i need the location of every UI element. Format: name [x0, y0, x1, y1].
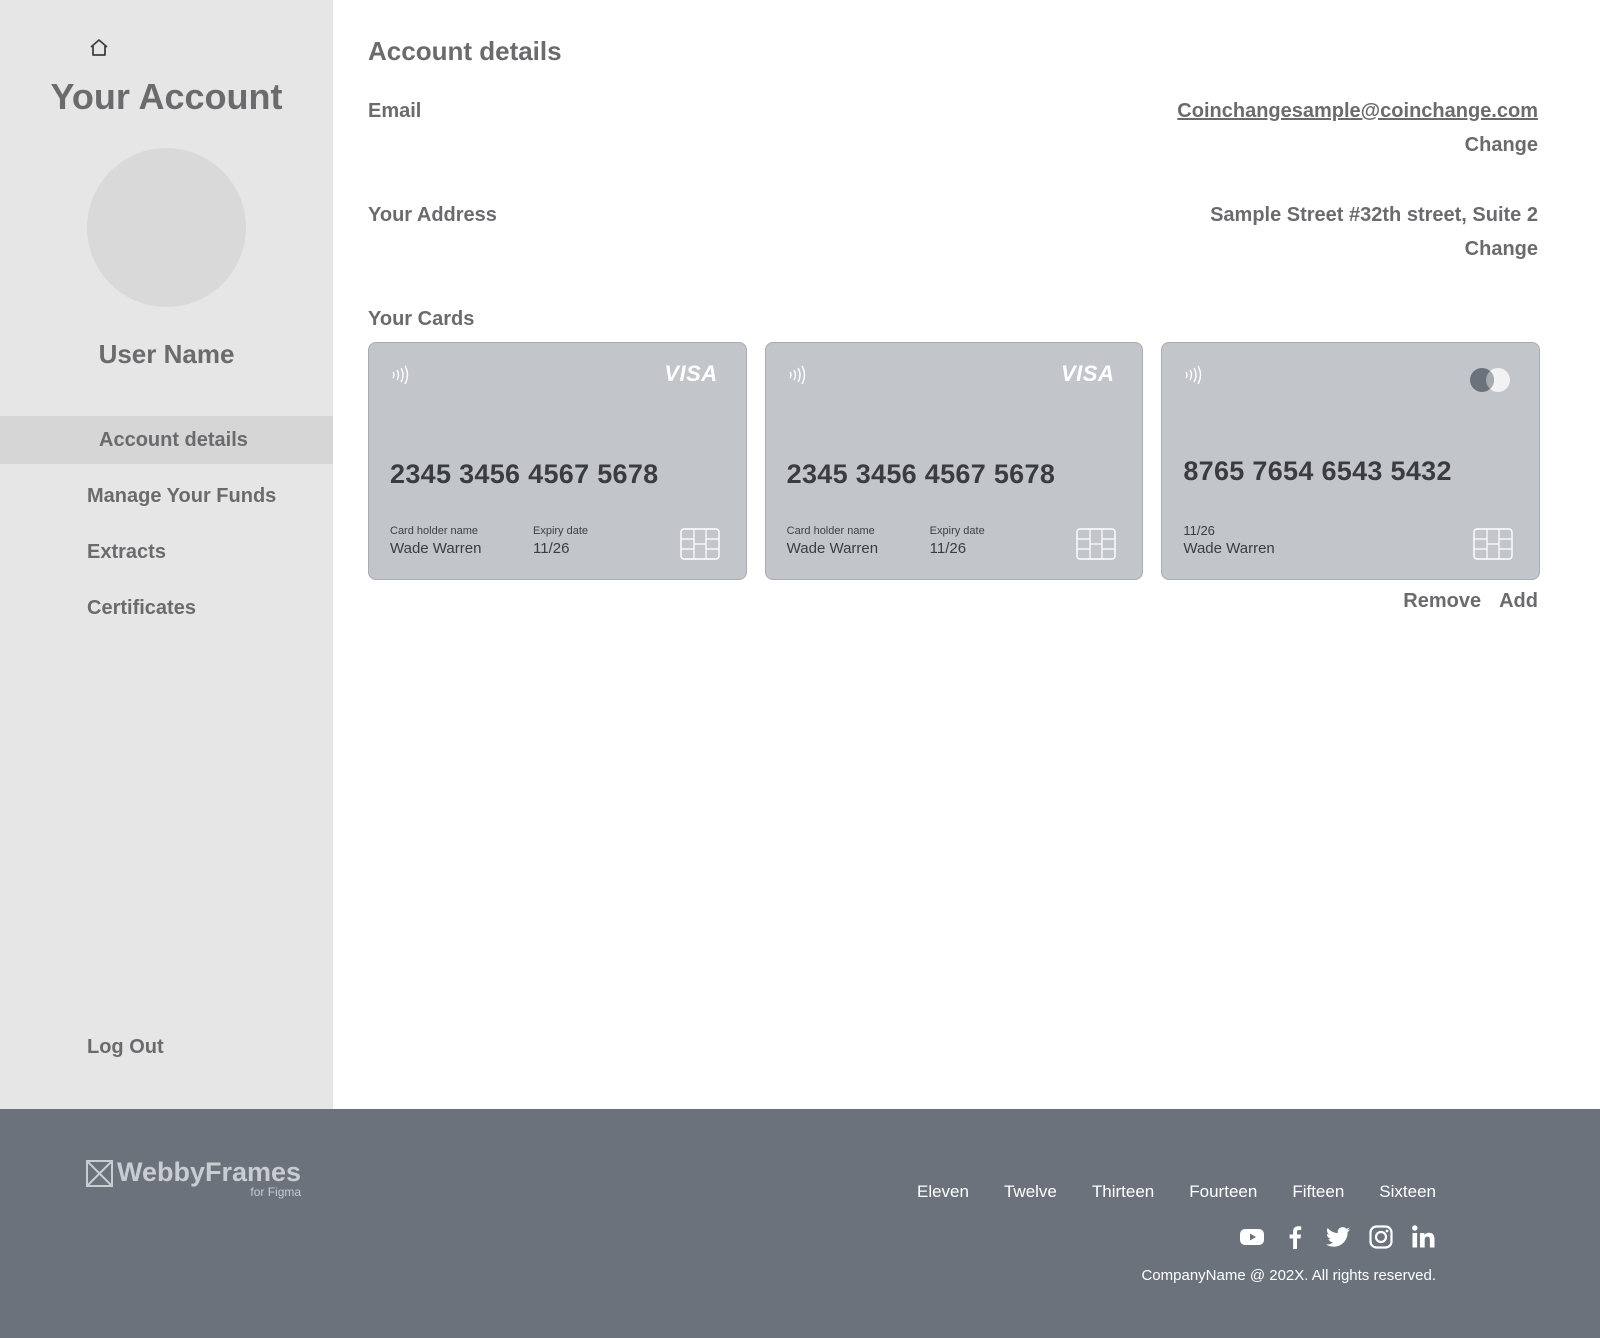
home-icon[interactable] — [87, 36, 111, 60]
card-actions: Remove Add — [1403, 590, 1538, 613]
instagram-icon[interactable] — [1368, 1224, 1393, 1249]
brand-logo[interactable]: WebbyFrames for Figma — [86, 1157, 301, 1199]
card-holder-label: Card holder name — [390, 525, 479, 537]
footer-link-twelve[interactable]: Twelve — [1004, 1182, 1057, 1202]
facebook-icon[interactable] — [1282, 1224, 1307, 1249]
sidebar-title: Your Account — [50, 76, 283, 117]
mastercard-logo-icon — [1470, 368, 1511, 392]
social-links — [1239, 1224, 1436, 1249]
contactless-icon — [789, 365, 805, 385]
expiry-date: 11/26 — [533, 540, 570, 557]
change-address-button[interactable]: Change — [1465, 238, 1538, 261]
logo-icon — [86, 1160, 113, 1187]
brand-name: WebbyFrames — [117, 1157, 302, 1187]
sidebar-item-label: Extracts — [87, 540, 166, 563]
add-card-button[interactable]: Add — [1499, 590, 1538, 613]
sidebar-item-label: Manage Your Funds — [87, 484, 277, 507]
footer-links: Eleven Twelve Thirteen Fourteen Fifteen … — [917, 1182, 1436, 1202]
card-holder-label: Card holder name — [786, 525, 875, 537]
card-holder-name: Wade Warren — [786, 540, 879, 557]
card-number: 8765 7654 6543 5432 — [1183, 456, 1452, 486]
cards-label: Your Cards — [368, 308, 475, 330]
change-email-button[interactable]: Change — [1465, 134, 1538, 157]
email-label: Email — [368, 100, 422, 122]
email-value[interactable]: Coinchangesample@coinchange.com — [1177, 100, 1538, 123]
sidebar-item-extracts[interactable]: Extracts — [0, 528, 333, 576]
linkedin-icon[interactable] — [1411, 1224, 1436, 1249]
card-holder-name: Wade Warren — [390, 540, 482, 557]
footer-link-thirteen[interactable]: Thirteen — [1092, 1182, 1154, 1202]
main-content: Account details Email Coinchangesample@c… — [333, 0, 1600, 1109]
address-label: Your Address — [368, 204, 497, 226]
sidebar-item-account-details[interactable]: Account details — [0, 416, 333, 464]
card-number: 2345 3456 4567 5678 — [786, 459, 1056, 489]
avatar — [87, 148, 246, 307]
page-title: Account details — [368, 36, 562, 66]
sidebar-item-manage-funds[interactable]: Manage Your Funds — [0, 472, 333, 520]
sidebar: Your Account User Name Account details M… — [0, 0, 333, 1109]
card-item[interactable]: 8765 7654 6543 5432 11/26 Wade Warren — [1161, 342, 1541, 580]
chip-icon — [679, 528, 720, 560]
visa-logo: VISA — [664, 361, 718, 386]
card-item[interactable]: VISA 2345 3456 4567 5678 Card holder nam… — [368, 342, 747, 580]
sidebar-item-certificates[interactable]: Certificates — [0, 584, 333, 632]
sidebar-item-label: Certificates — [87, 596, 196, 619]
contactless-icon — [392, 365, 409, 385]
footer: WebbyFrames for Figma Eleven Twelve Thir… — [0, 1109, 1600, 1338]
youtube-icon[interactable] — [1239, 1224, 1264, 1249]
expiry-date: 11/26 — [1183, 523, 1215, 538]
copyright: CompanyName @ 202X. All rights reserved. — [1141, 1267, 1436, 1284]
chip-icon — [1076, 528, 1117, 560]
card-number: 2345 3456 4567 5678 — [390, 459, 659, 489]
address-value: Sample Street #32th street, Suite 2 — [1210, 204, 1538, 226]
footer-link-fifteen[interactable]: Fifteen — [1292, 1182, 1344, 1202]
expiry-label: Expiry date — [929, 525, 985, 537]
twitter-icon[interactable] — [1325, 1224, 1350, 1249]
card-holder-name: Wade Warren — [1183, 540, 1275, 557]
contactless-icon — [1185, 365, 1202, 385]
brand-subtitle: for Figma — [250, 1185, 302, 1199]
card-item[interactable]: VISA 2345 3456 4567 5678 Card holder nam… — [764, 342, 1144, 580]
remove-card-button[interactable]: Remove — [1403, 590, 1481, 613]
user-name: User Name — [98, 339, 235, 369]
logout-link[interactable]: Log Out — [87, 1036, 164, 1059]
cards-list: VISA 2345 3456 4567 5678 Card holder nam… — [368, 342, 1541, 580]
visa-logo: VISA — [1060, 361, 1115, 386]
chip-icon — [1473, 528, 1513, 560]
sidebar-item-label: Account details — [99, 428, 248, 451]
footer-link-sixteen[interactable]: Sixteen — [1379, 1182, 1436, 1202]
expiry-label: Expiry date — [533, 525, 589, 537]
footer-link-fourteen[interactable]: Fourteen — [1189, 1182, 1257, 1202]
footer-link-eleven[interactable]: Eleven — [917, 1182, 969, 1202]
expiry-date: 11/26 — [929, 540, 967, 557]
